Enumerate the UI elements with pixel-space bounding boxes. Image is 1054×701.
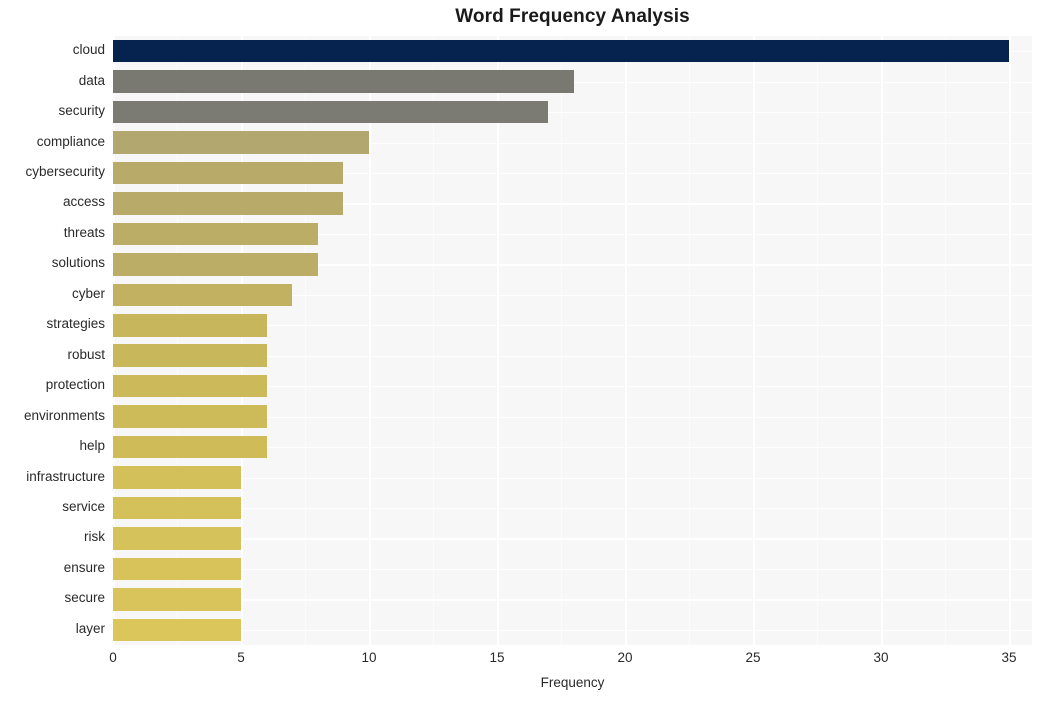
x-axis-tick-label: 20 [617, 650, 633, 665]
bar [113, 131, 369, 154]
x-axis-tick-label: 0 [109, 650, 117, 665]
y-axis-tick-label: data [78, 72, 105, 88]
plot-area [113, 36, 1032, 645]
chart-title: Word Frequency Analysis [455, 6, 690, 27]
bar-row [113, 527, 1032, 550]
x-axis-tick-labels: 0 5 10 15 20 25 30 35 [109, 650, 1032, 670]
y-axis-tick-label: compliance [36, 133, 105, 149]
y-axis-tick-label: secure [64, 590, 105, 606]
bar [113, 374, 267, 398]
bar-row [113, 496, 1032, 520]
bar [113, 253, 318, 276]
bar [113, 161, 344, 185]
bar [113, 314, 267, 337]
x-axis-tick-label: 30 [873, 650, 889, 665]
bar-row [113, 374, 1032, 398]
bar-row [113, 253, 1032, 276]
y-axis-tick-label: protection [45, 377, 105, 393]
x-axis-tick-label: 25 [745, 650, 761, 665]
bar [113, 283, 293, 307]
y-axis-tick-label: threats [63, 224, 105, 240]
bar [113, 557, 241, 581]
bar-row [113, 100, 1032, 124]
bar-row [113, 466, 1032, 489]
y-axis-tick-label: strategies [46, 316, 105, 332]
bar [113, 466, 241, 489]
x-axis-tick-label: 10 [361, 650, 377, 665]
bar-row [113, 192, 1032, 215]
y-axis-tick-label: cybersecurity [25, 164, 105, 180]
bar-row [113, 588, 1032, 611]
bar-row [113, 283, 1032, 307]
y-axis-tick-label: environments [23, 407, 105, 423]
x-axis-tick-label: 5 [237, 650, 245, 665]
y-axis-tick-label: help [79, 438, 105, 454]
bar [113, 222, 318, 246]
y-axis-tick-labels: cloud data security compliance cybersecurity… [0, 36, 105, 645]
y-axis-tick-label: cyber [71, 285, 105, 301]
bar [113, 496, 241, 520]
y-axis-tick-label: infrastructure [26, 468, 105, 484]
x-axis-tick-label: 15 [489, 650, 505, 665]
x-axis-label: Frequency [540, 675, 605, 690]
bar-row [113, 618, 1032, 642]
y-axis-tick-label: security [58, 103, 105, 119]
chart-figure: Word Frequency Analysis cloud data securit… [0, 0, 1054, 701]
bar [113, 435, 267, 459]
bar-row [113, 161, 1032, 185]
bar [113, 39, 1009, 63]
bar-row [113, 222, 1032, 246]
bar-row [113, 314, 1032, 337]
bar-row [113, 435, 1032, 459]
y-axis-tick-label: cloud [72, 42, 105, 58]
bar-row [113, 344, 1032, 367]
y-axis-tick-label: layer [75, 620, 105, 636]
bar-row [113, 131, 1032, 154]
y-axis-tick-label: risk [84, 529, 105, 545]
x-axis-tick-label: 35 [1001, 650, 1017, 665]
bar [113, 618, 241, 642]
y-axis-tick-label: service [62, 498, 105, 514]
bar [113, 405, 267, 428]
bar-series [113, 36, 1032, 645]
y-axis-tick-label: solutions [51, 255, 105, 271]
bar [113, 588, 241, 611]
bar [113, 344, 267, 367]
bar-row [113, 405, 1032, 428]
y-axis-tick-label: ensure [63, 559, 105, 575]
bar [113, 527, 241, 550]
bar [113, 100, 549, 124]
bar [113, 192, 344, 215]
bar [113, 70, 574, 93]
y-axis-tick-label: robust [67, 346, 105, 362]
bar-row [113, 557, 1032, 581]
bar-row [113, 39, 1032, 63]
bar-row [113, 70, 1032, 93]
y-axis-tick-label: access [62, 194, 105, 210]
